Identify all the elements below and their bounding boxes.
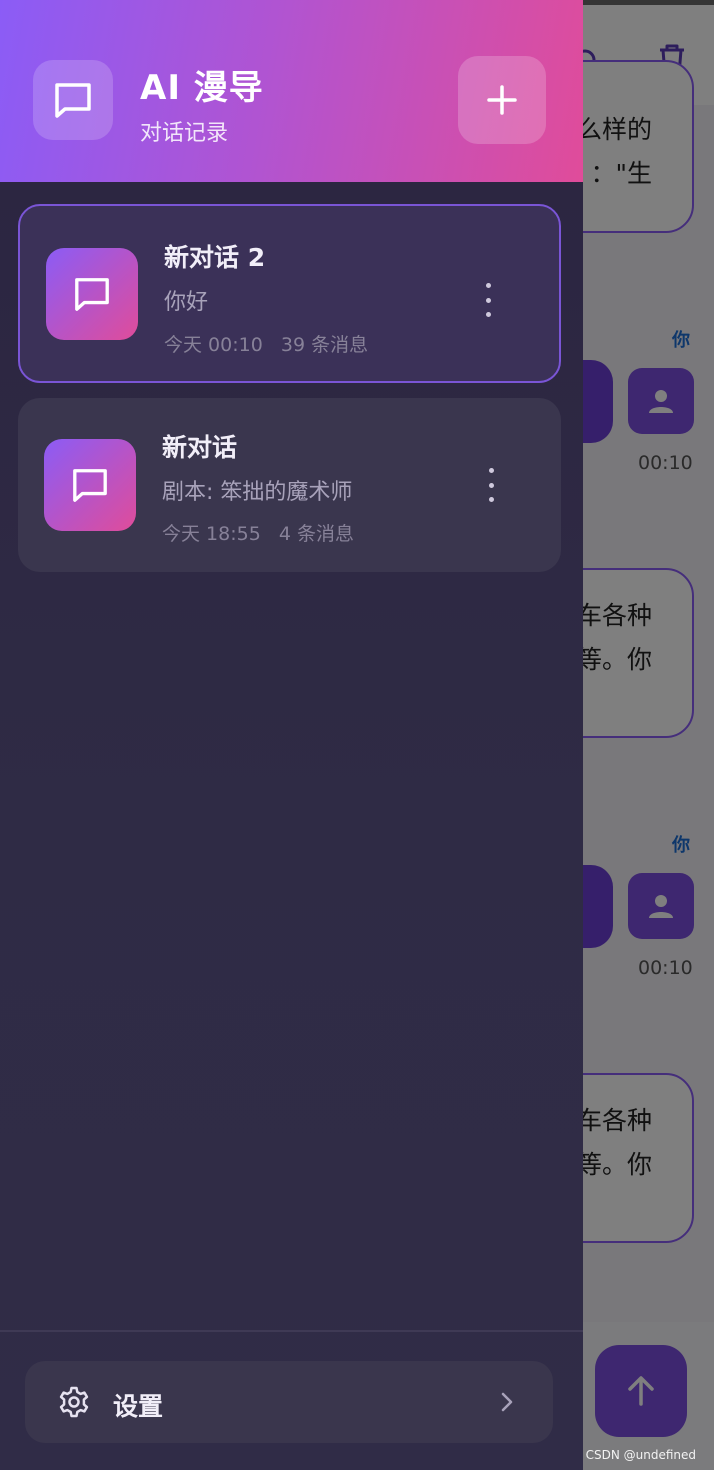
conversation-item-active[interactable]: 新对话 2 你好 今天 00:10 39 条消息 (18, 204, 561, 383)
conversation-title: 新对话 (162, 433, 238, 462)
conversation-thumbnail (46, 248, 138, 340)
chat-bubble-icon (55, 83, 91, 118)
conversation-meta: 今天 00:10 39 条消息 (164, 330, 368, 357)
conversation-preview: 你好 (164, 290, 209, 315)
drawer-header: AI 漫导 对话记录 (0, 0, 583, 182)
drawer-subtitle: 对话记录 (140, 121, 229, 146)
more-options-icon[interactable] (478, 283, 498, 317)
settings-label: 设置 (113, 1392, 164, 1421)
settings-button[interactable]: 设置 (25, 1361, 553, 1443)
conversation-thumbnail (44, 439, 136, 531)
chat-bubble-icon (73, 469, 107, 502)
watermark: CSDN @undefined (585, 1448, 696, 1462)
conversation-title: 新对话 2 (164, 243, 266, 272)
chevron-right-icon (501, 1392, 513, 1412)
conversation-message-count: 4 条消息 (278, 523, 355, 545)
new-conversation-button[interactable] (458, 56, 546, 144)
divider (0, 1330, 583, 1332)
app-logo (33, 60, 113, 140)
conversation-drawer: AI 漫导 对话记录 新对话 2 你好 今天 00:10 39 条消息 新对话 … (0, 0, 583, 1470)
gear-icon (59, 1386, 89, 1418)
conversation-message-count: 39 条消息 (280, 334, 369, 356)
conversation-item[interactable]: 新对话 剧本: 笨拙的魔术师 今天 18:55 4 条消息 (18, 398, 561, 572)
drawer-title: AI 漫导 (140, 68, 264, 108)
chat-bubble-icon (75, 278, 109, 311)
conversation-time: 今天 00:10 (164, 334, 263, 356)
conversation-meta: 今天 18:55 4 条消息 (162, 519, 354, 546)
more-options-icon[interactable] (481, 468, 501, 502)
plus-icon (487, 85, 517, 115)
conversation-time: 今天 18:55 (162, 523, 261, 545)
conversation-preview: 剧本: 笨拙的魔术师 (162, 480, 353, 505)
